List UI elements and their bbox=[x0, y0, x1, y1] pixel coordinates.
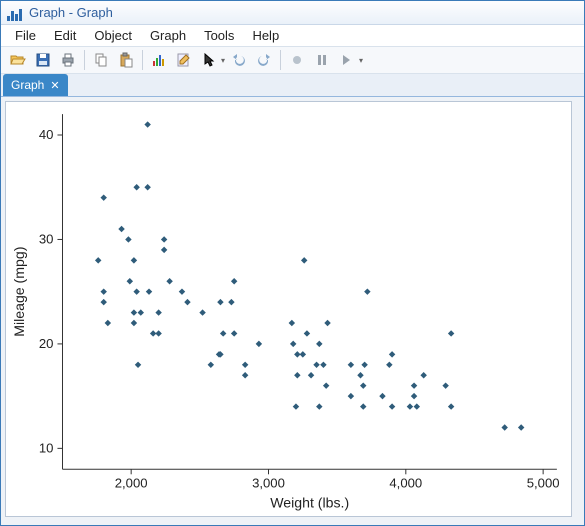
paste-icon[interactable] bbox=[115, 49, 137, 71]
close-icon[interactable]: ✕ bbox=[50, 79, 59, 92]
tab-strip: Graph ✕ bbox=[1, 74, 584, 97]
step-icon[interactable] bbox=[336, 49, 358, 71]
menu-help[interactable]: Help bbox=[244, 25, 287, 46]
pointer-icon[interactable] bbox=[198, 49, 220, 71]
tab-label: Graph bbox=[11, 78, 44, 92]
svg-text:20: 20 bbox=[39, 336, 54, 351]
toolbar-separator bbox=[280, 50, 281, 70]
redo-icon[interactable] bbox=[253, 49, 275, 71]
dropdown-arrow-icon[interactable]: ▾ bbox=[359, 56, 363, 65]
svg-text:Mileage (mpg): Mileage (mpg) bbox=[11, 247, 27, 337]
svg-text:3,000: 3,000 bbox=[252, 476, 285, 491]
svg-text:40: 40 bbox=[39, 127, 54, 142]
tab-graph[interactable]: Graph ✕ bbox=[3, 74, 68, 96]
graph-panel[interactable]: 2,000 3,000 4,000 5,000 10 20 30 40 Weight (lbs.… bbox=[5, 101, 572, 517]
rename-icon[interactable] bbox=[173, 49, 195, 71]
toolbar-separator bbox=[142, 50, 143, 70]
menu-edit[interactable]: Edit bbox=[46, 25, 84, 46]
open-icon[interactable] bbox=[7, 49, 29, 71]
app-bar-chart-icon bbox=[7, 5, 23, 21]
svg-text:4,000: 4,000 bbox=[389, 476, 422, 491]
menu-graph[interactable]: Graph bbox=[142, 25, 194, 46]
start-icon[interactable] bbox=[286, 49, 308, 71]
save-icon[interactable] bbox=[32, 49, 54, 71]
content-area: 2,000 3,000 4,000 5,000 10 20 30 40 Weight (lbs.… bbox=[1, 97, 584, 525]
menu-bar: File Edit Object Graph Tools Help bbox=[1, 25, 584, 47]
svg-text:Weight (lbs.): Weight (lbs.) bbox=[270, 495, 349, 511]
window-title: Graph - Graph bbox=[29, 5, 113, 20]
svg-text:5,000: 5,000 bbox=[527, 476, 560, 491]
svg-text:2,000: 2,000 bbox=[115, 476, 148, 491]
undo-icon[interactable] bbox=[228, 49, 250, 71]
menu-object[interactable]: Object bbox=[86, 25, 140, 46]
svg-text:10: 10 bbox=[39, 441, 54, 456]
svg-text:30: 30 bbox=[39, 232, 54, 247]
copy-icon[interactable] bbox=[90, 49, 112, 71]
scatter-plot: 2,000 3,000 4,000 5,000 10 20 30 40 Weight (lbs.… bbox=[6, 102, 571, 516]
edit-graph-icon[interactable] bbox=[148, 49, 170, 71]
title-bar: Graph - Graph bbox=[1, 1, 584, 25]
toolbar-separator bbox=[84, 50, 85, 70]
menu-file[interactable]: File bbox=[7, 25, 44, 46]
app-window: Graph - Graph File Edit Object Graph Too… bbox=[0, 0, 585, 526]
toolbar: ▾ ▾ bbox=[1, 47, 584, 74]
dropdown-arrow-icon[interactable]: ▾ bbox=[221, 56, 225, 65]
pause-icon[interactable] bbox=[311, 49, 333, 71]
print-icon[interactable] bbox=[57, 49, 79, 71]
menu-tools[interactable]: Tools bbox=[196, 25, 242, 46]
